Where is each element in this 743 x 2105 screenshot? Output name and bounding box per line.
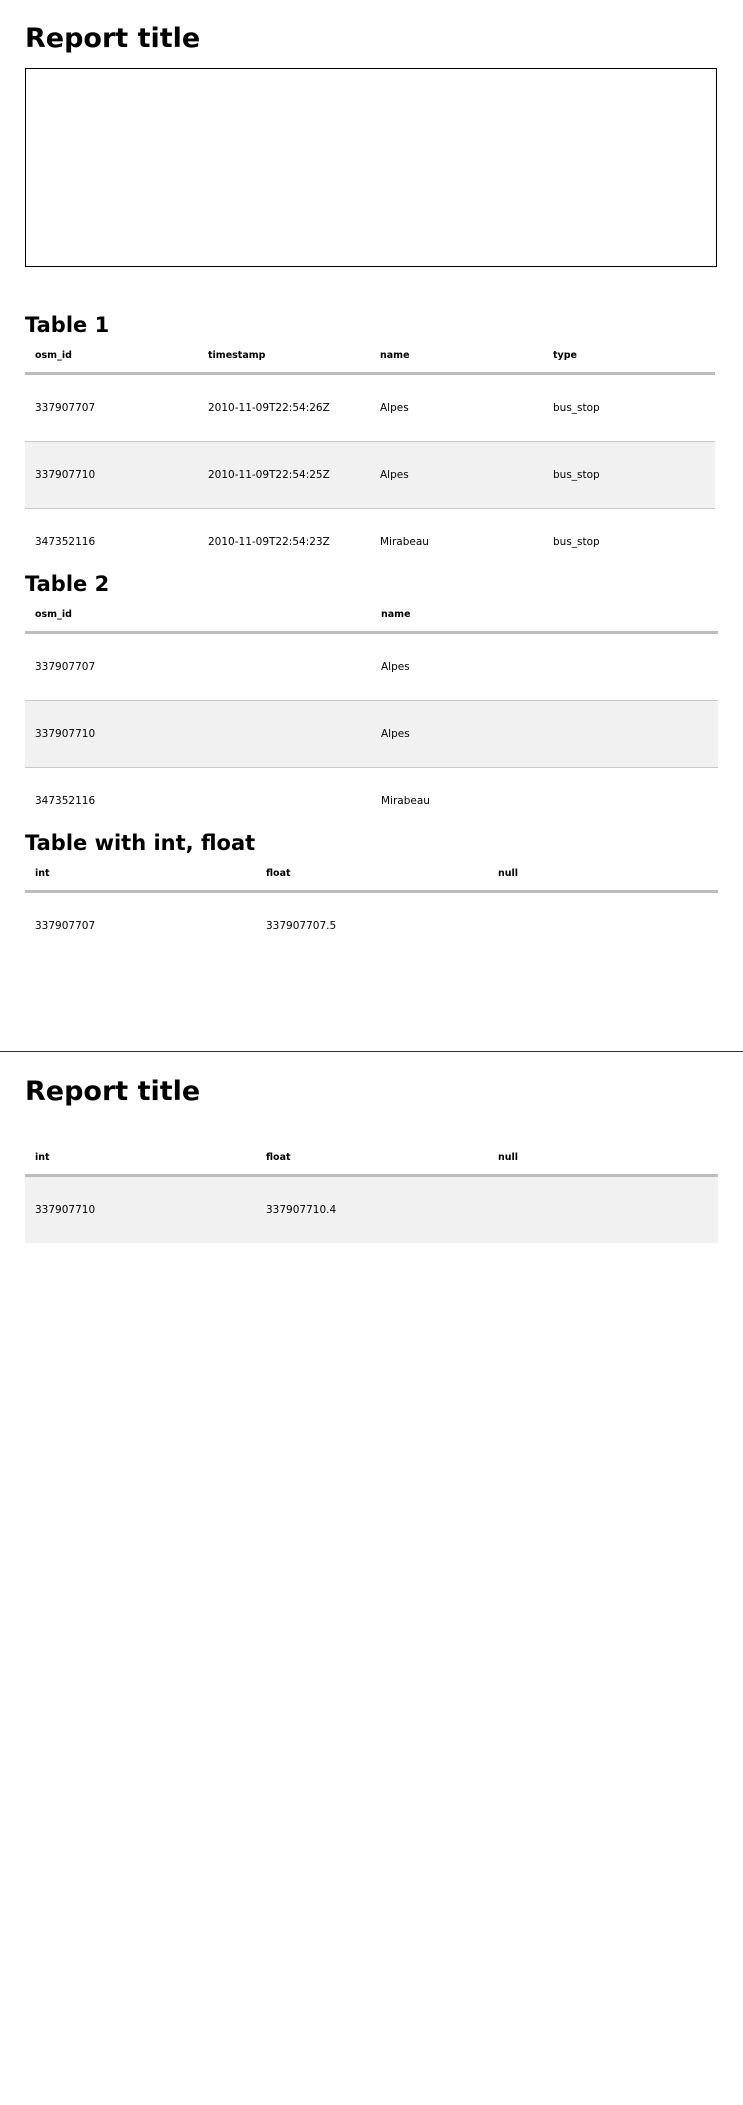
table-header: int float null [25,860,718,893]
table-cell: Alpes [380,402,409,414]
column-header[interactable]: float [266,868,291,879]
table-row: 337907710 337907710.4 [25,1177,718,1243]
table-cell: 337907707 [35,402,96,414]
column-header[interactable]: float [266,1152,291,1163]
report-title: Report title [25,1076,201,1107]
table-cell: Mirabeau [381,795,430,807]
table-cell: bus_stop [553,402,600,414]
column-header[interactable]: int [35,868,50,879]
column-header[interactable]: osm_id [35,350,72,361]
column-header[interactable]: name [381,609,411,620]
column-header[interactable]: int [35,1152,50,1163]
table-cell: 337907707 [35,920,96,932]
table3: int float null 337907707 337907707.5 [25,860,718,959]
table-row: 347352116 Mirabeau [25,768,718,808]
column-header[interactable]: osm_id [35,609,72,620]
table-cell: 347352116 [35,536,96,548]
table-cell: 337907707.5 [266,920,337,932]
table-cell: 337907710.4 [266,1204,337,1216]
table-header: osm_id timestamp name type [25,342,715,375]
column-header[interactable]: name [380,350,410,361]
table-cell: 337907710 [35,728,96,740]
table-cell: 337907710 [35,469,96,481]
column-header[interactable]: null [498,1152,518,1163]
page-break-divider [0,1051,743,1052]
table-cell: Alpes [381,661,410,673]
table-cell: 2010-11-09T22:54:25Z [208,469,330,481]
table-cell: 347352116 [35,795,96,807]
page2-table: int float null 337907710 337907710.4 [25,1144,718,1243]
column-header[interactable]: type [553,350,577,361]
table-cell: Alpes [381,728,410,740]
column-header[interactable]: timestamp [208,350,265,361]
table1-heading: Table 1 [25,313,110,337]
table-row: 337907707 337907707.5 [25,893,718,959]
table-row: 337907710 2010-11-09T22:54:25Z Alpes bus… [25,442,715,509]
table-cell: Alpes [380,469,409,481]
table-row: 337907710 Alpes [25,701,718,768]
table-cell: bus_stop [553,469,600,481]
report-title: Report title [25,23,201,54]
report-frame [25,68,717,267]
table-header: osm_id name [25,601,718,634]
table-cell: 337907707 [35,661,96,673]
table-row: 337907707 Alpes [25,634,718,701]
table3-heading: Table with int, float [25,831,256,855]
table-cell: 2010-11-09T22:54:23Z [208,536,330,548]
table-header: int float null [25,1144,718,1177]
table2-heading: Table 2 [25,572,110,596]
column-header[interactable]: null [498,868,518,879]
table-row: 337907707 2010-11-09T22:54:26Z Alpes bus… [25,375,715,442]
table-cell: bus_stop [553,536,600,548]
table2: osm_id name 337907707 Alpes 337907710 Al… [25,601,718,808]
table-cell: 2010-11-09T22:54:26Z [208,402,330,414]
table-cell: Mirabeau [380,536,429,548]
table-row: 347352116 2010-11-09T22:54:23Z Mirabeau … [25,509,715,549]
table1: osm_id timestamp name type 337907707 201… [25,342,715,549]
table-cell: 337907710 [35,1204,96,1216]
